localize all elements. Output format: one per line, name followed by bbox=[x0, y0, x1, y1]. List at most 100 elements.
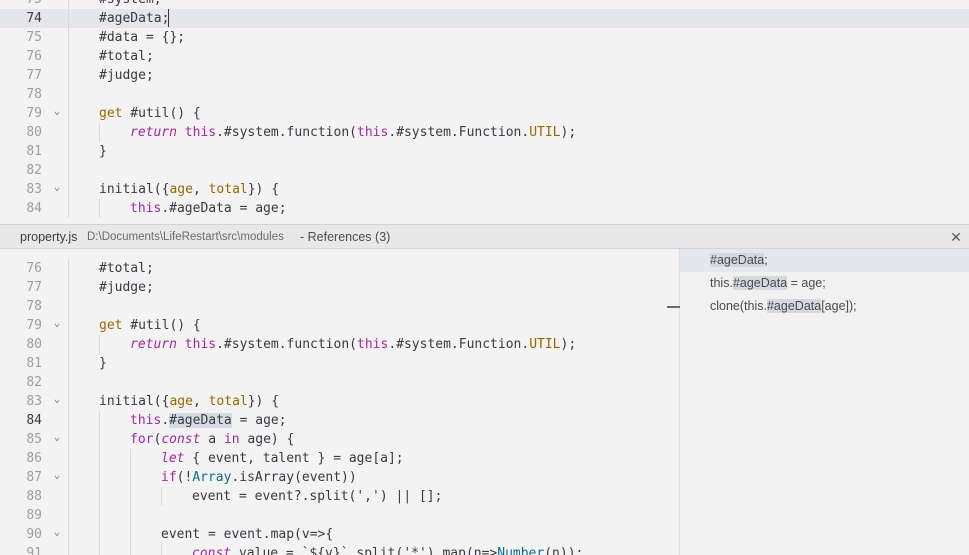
code-line[interactable]: 75 #system; bbox=[0, 0, 969, 9]
code-line[interactable]: 79 ⌄ get #util() { bbox=[0, 104, 969, 123]
code-line[interactable]: 76 #total; bbox=[0, 47, 969, 66]
code-text: event = event?.split(',') || []; bbox=[192, 489, 443, 504]
reference-text: #ageData; bbox=[710, 253, 768, 267]
code-line[interactable]: 82 bbox=[0, 161, 969, 180]
fold-chevron-icon[interactable]: ⌄ bbox=[50, 177, 64, 196]
line-number: 78 bbox=[26, 299, 42, 314]
code-line[interactable]: 82 bbox=[0, 373, 679, 392]
indent-guide bbox=[99, 335, 100, 354]
peek-editor[interactable]: 76 #total; 77 #judge; 78 79 ⌄ get #util() {80 re… bbox=[0, 249, 680, 555]
reference-item[interactable]: #ageData; bbox=[680, 249, 969, 272]
indent-guide bbox=[68, 0, 69, 9]
fold-chevron-icon[interactable]: ⌄ bbox=[50, 465, 64, 484]
line-number: 87 bbox=[26, 470, 42, 485]
indent-guide bbox=[68, 392, 69, 411]
code-line[interactable]: 84 this.#ageData = age; bbox=[0, 199, 969, 218]
code-line[interactable]: 87 ⌄ if(!Array.isArray(event)) bbox=[0, 465, 679, 487]
code-text: #data = {}; bbox=[99, 30, 186, 45]
fold-chevron-icon[interactable]: ⌄ bbox=[50, 313, 64, 332]
code-line[interactable]: 74 #ageData; bbox=[0, 9, 969, 28]
indent-guide bbox=[68, 259, 69, 278]
code-line[interactable]: 86 let { event, talent } = age[a]; bbox=[0, 449, 679, 468]
indent-guide bbox=[68, 28, 69, 47]
code-text: this.#ageData = age; bbox=[130, 413, 287, 428]
code-line[interactable]: 81} bbox=[0, 142, 969, 161]
code-line[interactable]: 77 #judge; bbox=[0, 66, 969, 85]
code-text: if(!Array.isArray(event)) bbox=[161, 470, 357, 485]
line-number: 83 bbox=[26, 394, 42, 409]
code-line[interactable]: 85 ⌄ for(const a in age) { bbox=[0, 427, 679, 449]
main-editor[interactable]: 75 #system; 74 #ageData; 75 #data = {}; 76 #tot… bbox=[0, 0, 969, 224]
peek-sash[interactable] bbox=[667, 306, 680, 308]
line-number: 91 bbox=[26, 546, 42, 555]
code-line[interactable]: 76 #total; bbox=[0, 259, 679, 278]
indent-guide bbox=[68, 430, 69, 449]
code-text: } bbox=[99, 144, 107, 159]
close-icon[interactable]: ✕ bbox=[949, 225, 963, 250]
line-number: 90 bbox=[26, 527, 42, 542]
reference-item[interactable]: this.#ageData = age; bbox=[680, 272, 969, 295]
fold-chevron-icon[interactable]: ⌄ bbox=[50, 389, 64, 408]
code-line[interactable]: 75 #data = {}; bbox=[0, 28, 969, 47]
indent-guide bbox=[161, 544, 162, 555]
code-line[interactable]: 90 ⌄ event = event.map(v=>{ bbox=[0, 522, 679, 544]
line-number: 82 bbox=[26, 163, 42, 178]
code-line[interactable]: 80 return this.#system.function(this.#sys… bbox=[0, 123, 969, 142]
peek-header: property.js D:\Documents\LifeRestart\src… bbox=[0, 224, 969, 249]
line-number: 74 bbox=[26, 11, 42, 26]
indent-guide bbox=[68, 85, 69, 104]
indent-guide bbox=[68, 411, 69, 430]
code-line[interactable]: 89 bbox=[0, 506, 679, 525]
code-text: #system; bbox=[99, 0, 162, 9]
code-text: get #util() { bbox=[99, 106, 201, 121]
indent-guide bbox=[99, 199, 100, 218]
indent-guide bbox=[99, 487, 100, 506]
code-line[interactable]: 79 ⌄ get #util() { bbox=[0, 313, 679, 335]
peek-file-name[interactable]: property.js bbox=[20, 225, 77, 250]
indent-guide bbox=[68, 335, 69, 354]
code-line[interactable]: 83 ⌄ initial({age, total}) { bbox=[0, 180, 969, 199]
line-number: 75 bbox=[26, 30, 42, 45]
code-line[interactable]: 78 bbox=[0, 85, 969, 104]
code-line[interactable]: 91 const value = `${v}`.split('*').map(n=… bbox=[0, 544, 679, 555]
code-line[interactable]: 80 return this.#system.function(this.#sys… bbox=[0, 335, 679, 354]
indent-guide bbox=[130, 544, 131, 555]
code-text: #judge; bbox=[99, 68, 154, 83]
indent-guide bbox=[68, 199, 69, 218]
code-line[interactable]: 83 ⌄ initial({age, total}) { bbox=[0, 389, 679, 411]
reference-item[interactable]: clone(this.#ageData[age]); bbox=[680, 295, 969, 318]
code-line[interactable]: 77 #judge; bbox=[0, 278, 679, 297]
line-number: 89 bbox=[26, 508, 42, 523]
code-line[interactable]: 78 bbox=[0, 297, 679, 316]
code-text: initial({age, total}) { bbox=[99, 394, 280, 409]
indent-guide bbox=[68, 297, 69, 316]
line-number: 84 bbox=[26, 413, 42, 428]
indent-guide bbox=[68, 104, 69, 123]
code-line[interactable]: 81} bbox=[0, 354, 679, 373]
code-text: } bbox=[99, 356, 107, 371]
line-number: 76 bbox=[26, 261, 42, 276]
indent-guide bbox=[99, 411, 100, 430]
line-number: 83 bbox=[26, 182, 42, 197]
code-text: this.#ageData = age; bbox=[130, 201, 287, 216]
code-line[interactable]: 84 this.#ageData = age; bbox=[0, 411, 679, 430]
code-text: for(const a in age) { bbox=[130, 432, 295, 447]
fold-chevron-icon[interactable]: ⌄ bbox=[50, 101, 64, 120]
line-number: 75 bbox=[0, 0, 42, 9]
code-line[interactable]: 88 event = event?.split(',') || []; bbox=[0, 487, 679, 506]
line-number: 77 bbox=[26, 280, 42, 295]
code-text: #total; bbox=[99, 261, 154, 276]
fold-chevron-icon[interactable]: ⌄ bbox=[50, 522, 64, 541]
reference-text: clone(this.#ageData[age]); bbox=[710, 299, 857, 313]
line-number: 79 bbox=[26, 318, 42, 333]
line-number: 86 bbox=[26, 451, 42, 466]
indent-guide bbox=[68, 123, 69, 142]
line-number: 77 bbox=[26, 68, 42, 83]
line-number: 80 bbox=[26, 125, 42, 140]
code-text: #total; bbox=[99, 49, 154, 64]
line-number: 79 bbox=[26, 106, 42, 121]
fold-chevron-icon[interactable]: ⌄ bbox=[50, 427, 64, 446]
line-number: 76 bbox=[26, 49, 42, 64]
indent-guide bbox=[130, 449, 131, 468]
indent-guide bbox=[99, 449, 100, 468]
